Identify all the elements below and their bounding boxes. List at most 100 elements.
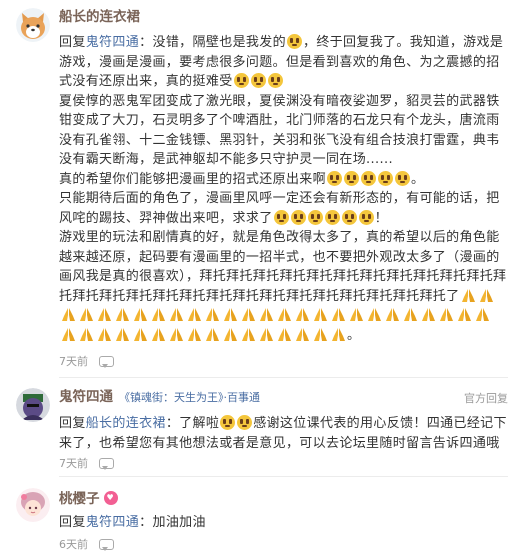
praying-hands-icon — [205, 327, 219, 341]
comment-time: 7天前 — [59, 457, 88, 470]
pink-anime-girl-avatar-icon — [16, 488, 50, 522]
crying-face-icon — [290, 209, 306, 225]
comment-text-segment: 没错，隔壁也是我发的 — [152, 35, 286, 50]
reply-prefix: 回复 — [59, 416, 86, 431]
praying-hands-icon — [133, 327, 147, 341]
comment-body: 桃樱子 回复鬼符四通：加油加油 — [59, 490, 508, 533]
praying-hands-icon — [115, 308, 129, 321]
crying-face-icon — [358, 209, 374, 225]
crying-face-icon — [250, 73, 266, 88]
praying-hands-icon — [349, 308, 363, 321]
reply-prefix: 回复 — [59, 35, 86, 50]
crying-face-icon — [395, 170, 411, 186]
praying-hands-icon — [97, 308, 111, 321]
praying-hands-icon — [97, 327, 111, 341]
praying-hands-icon — [223, 308, 237, 321]
praying-hands-icon — [480, 288, 494, 302]
praying-hands-icon — [259, 327, 273, 341]
reply-colon: ： — [139, 35, 153, 50]
comment-time: 6天前 — [59, 538, 88, 551]
comment-text-segment: 游戏里的玩法和剧情真的好，就是角色改得太多了，真的希望以后的角色能越来越还原，起… — [59, 230, 507, 304]
comment-paragraph: 真的希望你们能够把漫画里的招式还原出来啊。 — [59, 170, 425, 187]
praying-hands-icon — [367, 308, 381, 321]
comment-text-segment: 真的希望你们能够把漫画里的招式还原出来啊 — [59, 171, 327, 187]
reply-target-link[interactable]: 鬼符四通 — [86, 515, 139, 530]
comment-text-segment: 加油加油 — [152, 515, 206, 530]
official-reply-label: 官方回复 — [464, 392, 508, 405]
comment-author[interactable]: 船长的连衣裙 — [59, 8, 508, 26]
comment-paragraph: 只能期待后面的角色了，漫画里风呼一定还会有新形态的，有可能的话，把风咤的踢技、羿… — [59, 189, 508, 228]
heart-badge-icon — [103, 491, 118, 505]
avatar[interactable] — [16, 388, 50, 422]
praying-hands-icon — [61, 327, 75, 341]
avatar[interactable] — [16, 488, 50, 522]
crying-face-icon — [267, 73, 283, 88]
reply-icon[interactable] — [98, 355, 114, 369]
comment-text-segment: 。 — [347, 327, 361, 343]
avatar[interactable] — [16, 8, 50, 42]
praying-hands-icon — [133, 308, 147, 321]
praying-hands-icon — [295, 327, 309, 341]
praying-hands-icon — [331, 327, 345, 341]
crying-face-icon — [361, 170, 377, 186]
praying-hands-icon — [277, 327, 291, 341]
praying-hands-icon — [313, 308, 327, 321]
comment-footer: 7天前 — [59, 457, 114, 471]
praying-hands-icon — [277, 308, 291, 321]
crying-face-icon — [324, 209, 340, 225]
comment-item: 船长的连衣裙 回复鬼符四通：没错，隔壁也是我发的 ，终于回复我了。我知道，游戏是游… — [0, 0, 518, 375]
praying-hands-icon — [169, 308, 183, 321]
comment-footer: 6天前 — [59, 538, 114, 552]
praying-hands-icon — [205, 308, 219, 321]
game-role: 百事通 — [227, 391, 260, 404]
comment-item: 桃樱子 回复鬼符四通：加油加油 6天前 — [0, 480, 518, 558]
divider — [59, 476, 508, 477]
reply-target-link[interactable]: 船长的连衣裙 — [86, 416, 166, 431]
game-title[interactable]: 《镇魂街：天生为王》 — [119, 391, 224, 404]
praying-hands-icon — [151, 308, 165, 321]
praying-hands-icon — [385, 308, 399, 321]
reply-prefix: 回复 — [59, 515, 86, 530]
crying-face-icon — [233, 73, 249, 88]
comment-paragraph: 夏侯惇的恶鬼军团变成了激光眼，夏侯渊没有暗夜娑迦罗，貂灵芸的武器铁钳变成了大刀，… — [59, 93, 500, 168]
praying-hands-icon — [61, 308, 75, 321]
comment-body: 船长的连衣裙 回复鬼符四通：没错，隔壁也是我发的 ，终于回复我了。我知道，游戏是游… — [59, 8, 508, 345]
crying-face-icon — [220, 415, 236, 430]
praying-hands-icon — [313, 327, 327, 341]
praying-hands-icon — [151, 327, 165, 341]
comment-text: 回复鬼符四通：没错，隔壁也是我发的 ，终于回复我了。我知道，游戏是游戏，漫画是漫画… — [59, 33, 508, 345]
comment-text: 回复鬼符四通：加油加油 — [59, 513, 508, 533]
comment-paragraph: 游戏里的玩法和剧情真的好，就是角色改得太多了，真的希望以后的角色能越来越还原，起… — [59, 228, 508, 345]
comment-header: 桃樱子 — [59, 490, 508, 508]
comment-footer: 7天前 — [59, 355, 114, 369]
crying-face-icon — [341, 209, 357, 225]
crying-face-icon — [344, 170, 360, 186]
praying-hands-icon — [79, 308, 93, 321]
crying-face-icon — [273, 209, 289, 225]
praying-hands-icon — [187, 327, 201, 341]
crying-face-icon — [237, 415, 253, 430]
game-character-avatar-icon — [16, 388, 50, 422]
reply-icon[interactable] — [98, 457, 114, 471]
divider — [59, 377, 508, 378]
praying-hands-icon — [259, 308, 273, 321]
comment-time: 7天前 — [59, 355, 88, 368]
comment-author[interactable]: 鬼符四通 — [59, 389, 113, 405]
comment-text-segment: 了解啦 — [179, 416, 220, 431]
praying-hands-icon — [169, 327, 183, 341]
comment-header: 鬼符四通 《镇魂街：天生为王》·百事通 — [59, 388, 508, 407]
corgi-avatar-icon — [16, 8, 50, 42]
comment-author[interactable]: 桃樱子 — [59, 491, 100, 507]
praying-hands-icon — [79, 327, 93, 341]
reply-colon: ： — [165, 416, 180, 431]
comment-body: 鬼符四通 《镇魂街：天生为王》·百事通 回复船长的连衣裙：了解啦 感谢这位课代表的用… — [59, 388, 508, 453]
praying-hands-icon — [115, 327, 129, 341]
comment-text: 回复船长的连衣裙：了解啦 感谢这位课代表的用心反馈！四通已经记下来了，也希望您有其… — [59, 414, 508, 453]
reply-icon[interactable] — [98, 538, 114, 552]
crying-face-icon — [378, 170, 394, 186]
comment-text-segment: ！ — [374, 210, 388, 226]
reply-target-link[interactable]: 鬼符四通 — [86, 35, 139, 50]
praying-hands-icon — [421, 308, 435, 321]
comment-item: 鬼符四通 《镇魂街：天生为王》·百事通 回复船长的连衣裙：了解啦 感谢这位课代表的用… — [0, 380, 518, 480]
crying-face-icon — [307, 209, 323, 225]
